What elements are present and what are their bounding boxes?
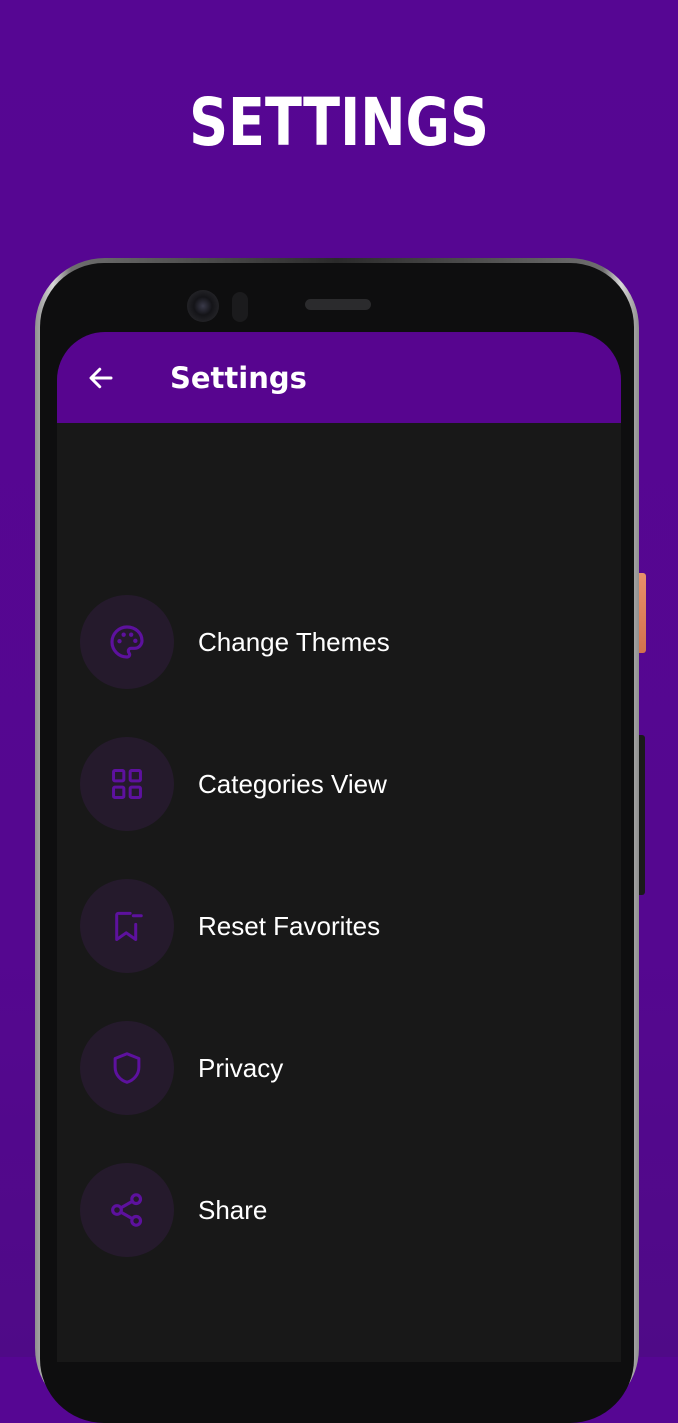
phone-power-button [639, 573, 646, 653]
bookmark-remove-icon [115, 911, 143, 941]
menu-item-categories-view[interactable]: Categories View [80, 737, 600, 833]
phone-volume-button [639, 735, 645, 895]
menu-item-label: Reset Favorites [198, 911, 381, 941]
menu-item-privacy[interactable]: Privacy [80, 1021, 600, 1117]
palette-icon [110, 625, 144, 659]
phone-camera [187, 290, 219, 322]
menu-item-share[interactable]: Share [80, 1163, 600, 1259]
menu-item-label: Categories View [198, 769, 387, 799]
app-bar: Settings [57, 332, 621, 423]
menu-icon-circle [80, 879, 174, 973]
menu-icon-circle [80, 737, 174, 831]
grid-icon [112, 769, 142, 799]
app-bar-title: Settings [170, 361, 307, 395]
menu-item-label: Change Themes [198, 627, 390, 657]
banner-title: SETTINGS [189, 84, 489, 161]
menu-icon-circle [80, 595, 174, 689]
arrow-left-icon [89, 367, 113, 389]
phone-speaker [305, 299, 371, 310]
menu-item-reset-favorites[interactable]: Reset Favorites [80, 879, 600, 975]
phone-screen: Settings Change Themes Categories View R… [57, 332, 621, 1362]
phone-sensor [232, 292, 248, 322]
menu-item-label: Share [198, 1195, 268, 1225]
share-icon [111, 1193, 143, 1227]
menu-item-label: Privacy [198, 1053, 284, 1083]
shield-icon [113, 1052, 141, 1084]
menu-item-change-themes[interactable]: Change Themes [80, 595, 600, 691]
menu-icon-circle [80, 1163, 174, 1257]
back-button[interactable] [81, 358, 121, 398]
menu-icon-circle [80, 1021, 174, 1115]
